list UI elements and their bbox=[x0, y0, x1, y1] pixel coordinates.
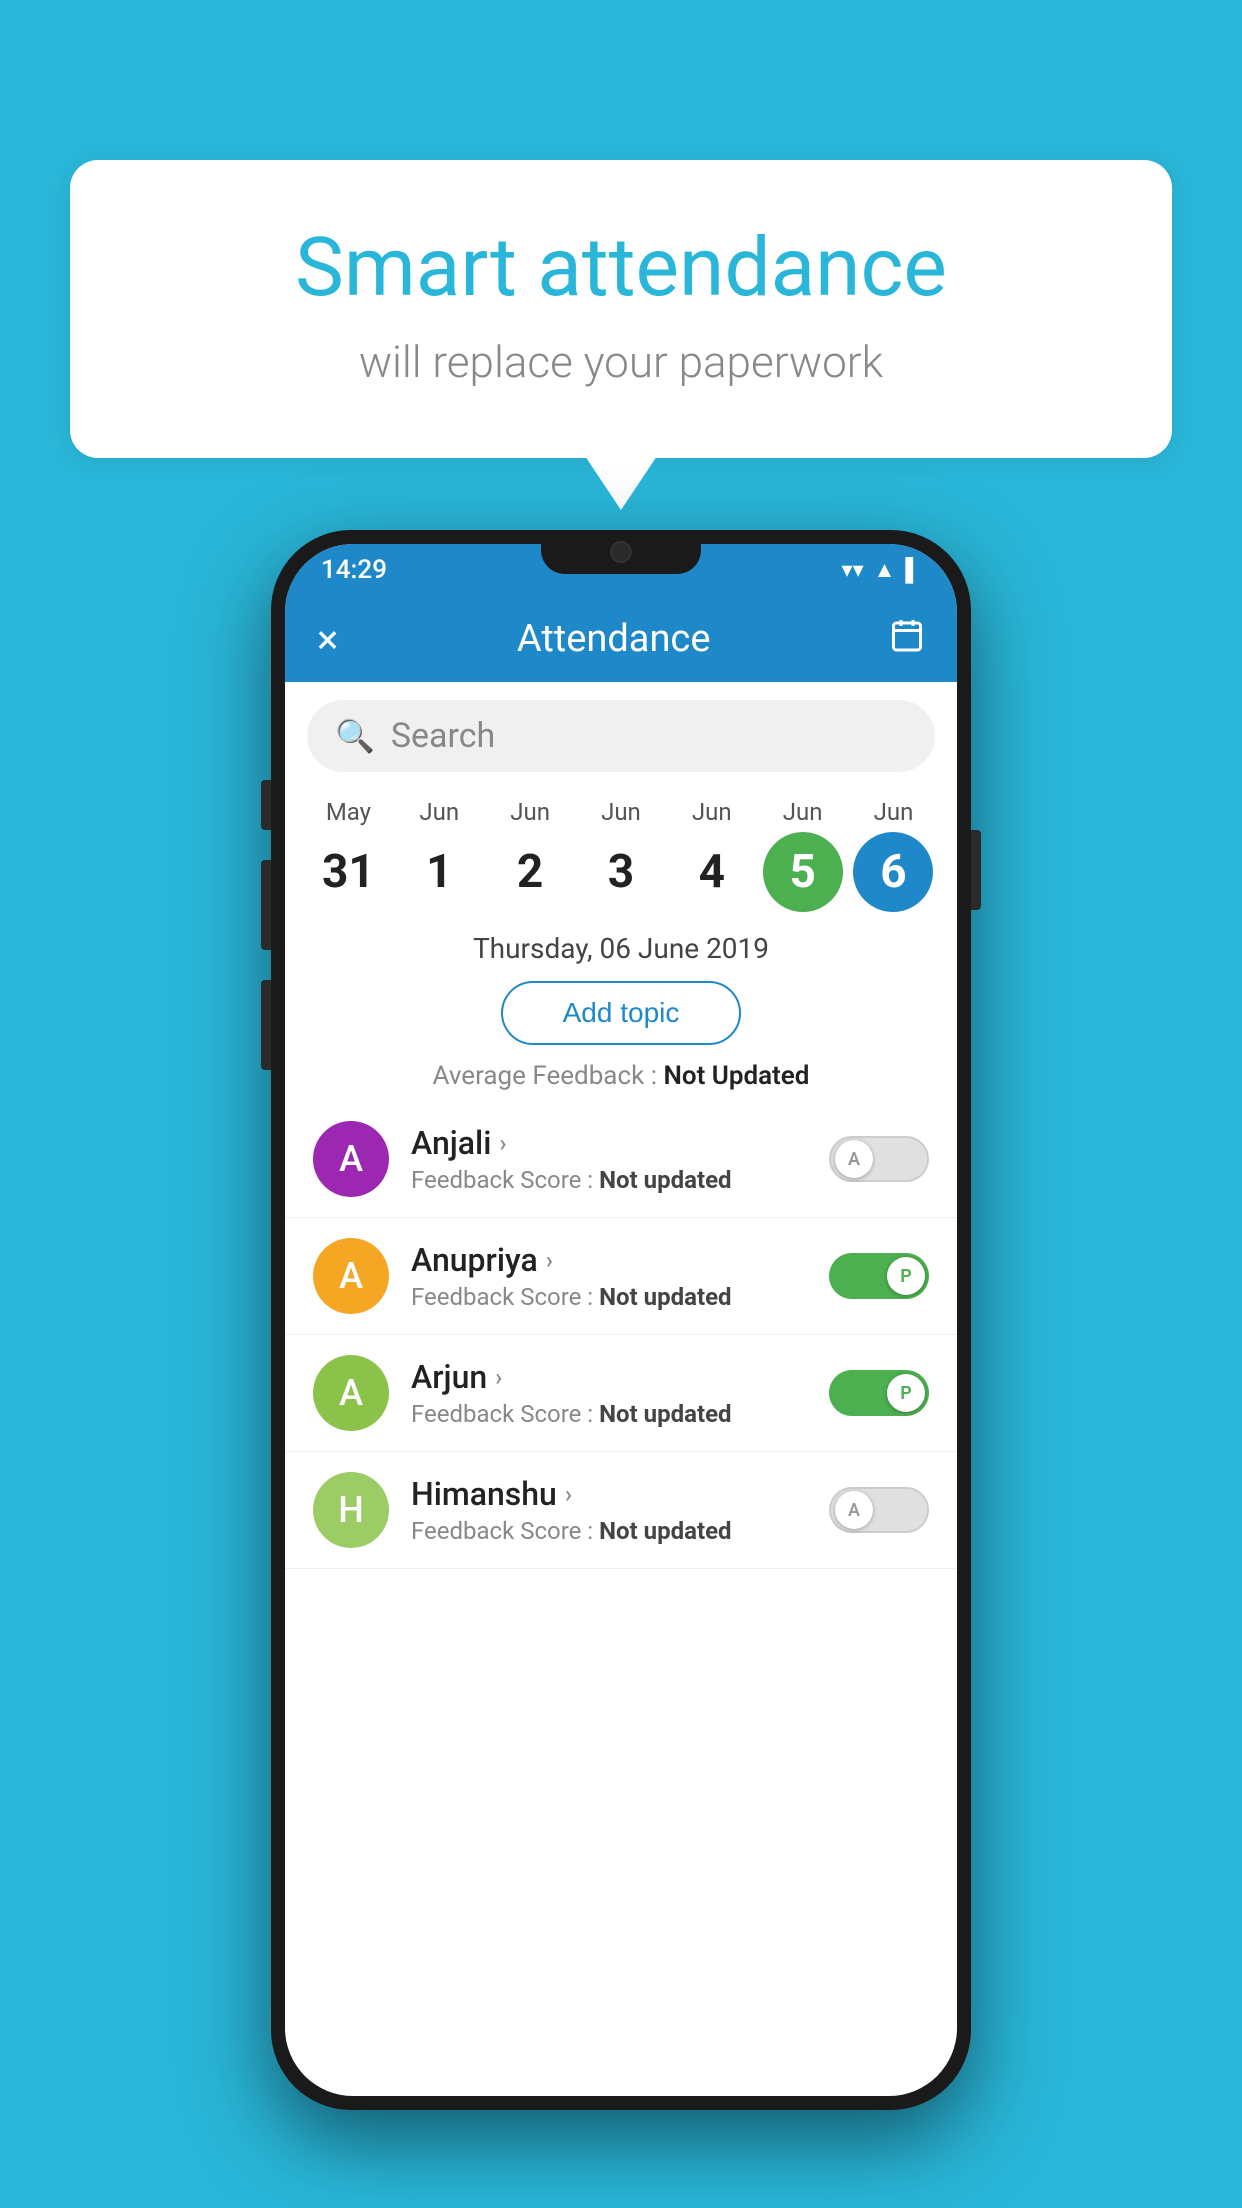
student-feedback: Feedback Score : Not updated bbox=[411, 1166, 807, 1194]
student-info: Anupriya › Feedback Score : Not updated bbox=[411, 1241, 807, 1311]
date-item-1[interactable]: Jun 1 bbox=[395, 798, 483, 912]
speech-bubble: Smart attendance will replace your paper… bbox=[70, 160, 1172, 458]
date-month: Jun bbox=[601, 798, 641, 826]
date-month: Jun bbox=[510, 798, 550, 826]
student-name: Anjali › bbox=[411, 1124, 807, 1162]
date-item-6[interactable]: Jun 6 bbox=[849, 798, 937, 912]
student-info: Himanshu › Feedback Score : Not updated bbox=[411, 1475, 807, 1545]
camera bbox=[610, 541, 632, 563]
chevron-icon: › bbox=[499, 1129, 506, 1157]
attendance-toggle[interactable]: P bbox=[829, 1253, 929, 1299]
date-month: Jun bbox=[419, 798, 459, 826]
status-time: 14:29 bbox=[321, 555, 387, 585]
chevron-icon: › bbox=[565, 1480, 572, 1508]
date-item-0[interactable]: May 31 bbox=[304, 798, 392, 912]
avg-feedback-label: Average Feedback : bbox=[433, 1061, 657, 1091]
chevron-icon: › bbox=[495, 1363, 502, 1391]
status-icons: ▾▾ ▲ ▌ bbox=[842, 557, 921, 583]
selected-date-label: Thursday, 06 June 2019 bbox=[285, 932, 957, 965]
app-bar: × Attendance bbox=[285, 596, 957, 682]
power-button bbox=[971, 830, 981, 910]
avatar: A bbox=[313, 1238, 389, 1314]
student-row[interactable]: A Arjun › Feedback Score : Not updated P bbox=[285, 1335, 957, 1452]
avg-feedback-value: Not Updated bbox=[663, 1061, 809, 1091]
phone-wrapper: 14:29 ▾▾ ▲ ▌ × Attendance bbox=[271, 530, 971, 2110]
date-month: Jun bbox=[783, 798, 823, 826]
signal-icon: ▲ bbox=[874, 557, 896, 583]
students-list: A Anjali › Feedback Score : Not updated A … bbox=[285, 1101, 957, 1569]
attendance-toggle[interactable]: A bbox=[829, 1136, 929, 1182]
date-number[interactable]: 3 bbox=[581, 832, 661, 912]
student-row[interactable]: HHimanshu ›Feedback Score : Not updated … bbox=[285, 1452, 957, 1569]
phone-screen: 14:29 ▾▾ ▲ ▌ × Attendance bbox=[285, 544, 957, 2096]
student-name: Arjun › bbox=[411, 1358, 807, 1396]
date-month: May bbox=[326, 798, 371, 826]
speech-bubble-wrapper: Smart attendance will replace your paper… bbox=[70, 160, 1172, 458]
date-item-3[interactable]: Jun 3 bbox=[577, 798, 665, 912]
avatar: H bbox=[313, 1472, 389, 1548]
silent-button bbox=[261, 980, 271, 1070]
date-number[interactable]: 2 bbox=[490, 832, 570, 912]
student-feedback: Feedback Score : Not updated bbox=[411, 1517, 807, 1545]
notch bbox=[541, 530, 701, 574]
attendance-toggle[interactable]: A bbox=[829, 1487, 929, 1533]
volume-up-button bbox=[261, 780, 271, 830]
wifi-icon: ▾▾ bbox=[842, 558, 864, 583]
date-number[interactable]: 1 bbox=[399, 832, 479, 912]
date-month: Jun bbox=[692, 798, 732, 826]
app-bar-title: Attendance bbox=[338, 617, 889, 661]
date-number[interactable]: 5 bbox=[763, 832, 843, 912]
calendar-icon[interactable] bbox=[889, 617, 925, 662]
avg-feedback: Average Feedback : Not Updated bbox=[285, 1061, 957, 1091]
date-number[interactable]: 4 bbox=[672, 832, 752, 912]
search-icon: 🔍 bbox=[335, 717, 375, 755]
student-feedback: Feedback Score : Not updated bbox=[411, 1400, 807, 1428]
chevron-icon: › bbox=[546, 1246, 553, 1274]
add-topic-button[interactable]: Add topic bbox=[501, 981, 742, 1045]
student-info: Anjali › Feedback Score : Not updated bbox=[411, 1124, 807, 1194]
bubble-title: Smart attendance bbox=[150, 220, 1092, 316]
avatar: A bbox=[313, 1355, 389, 1431]
student-row[interactable]: A Anjali › Feedback Score : Not updated A bbox=[285, 1101, 957, 1218]
student-name: Anupriya › bbox=[411, 1241, 807, 1279]
student-row[interactable]: AAnupriya ›Feedback Score : Not updated … bbox=[285, 1218, 957, 1335]
attendance-toggle[interactable]: P bbox=[829, 1370, 929, 1416]
student-name: Himanshu › bbox=[411, 1475, 807, 1513]
date-number[interactable]: 6 bbox=[853, 832, 933, 912]
close-button[interactable]: × bbox=[317, 616, 338, 663]
date-strip: May 31 Jun 1 Jun 2 Jun 3 Jun 4 Jun 5 Jun 6 bbox=[285, 790, 957, 912]
date-item-4[interactable]: Jun 4 bbox=[668, 798, 756, 912]
search-placeholder: Search bbox=[391, 716, 495, 756]
bubble-subtitle: will replace your paperwork bbox=[150, 336, 1092, 388]
phone-frame: 14:29 ▾▾ ▲ ▌ × Attendance bbox=[271, 530, 971, 2110]
date-month: Jun bbox=[874, 798, 914, 826]
date-item-2[interactable]: Jun 2 bbox=[486, 798, 574, 912]
student-feedback: Feedback Score : Not updated bbox=[411, 1283, 807, 1311]
search-bar[interactable]: 🔍 Search bbox=[307, 700, 935, 772]
date-item-5[interactable]: Jun 5 bbox=[759, 798, 847, 912]
student-info: Arjun › Feedback Score : Not updated bbox=[411, 1358, 807, 1428]
battery-icon: ▌ bbox=[905, 557, 921, 583]
date-number[interactable]: 31 bbox=[308, 832, 388, 912]
avatar: A bbox=[313, 1121, 389, 1197]
volume-down-button bbox=[261, 860, 271, 950]
